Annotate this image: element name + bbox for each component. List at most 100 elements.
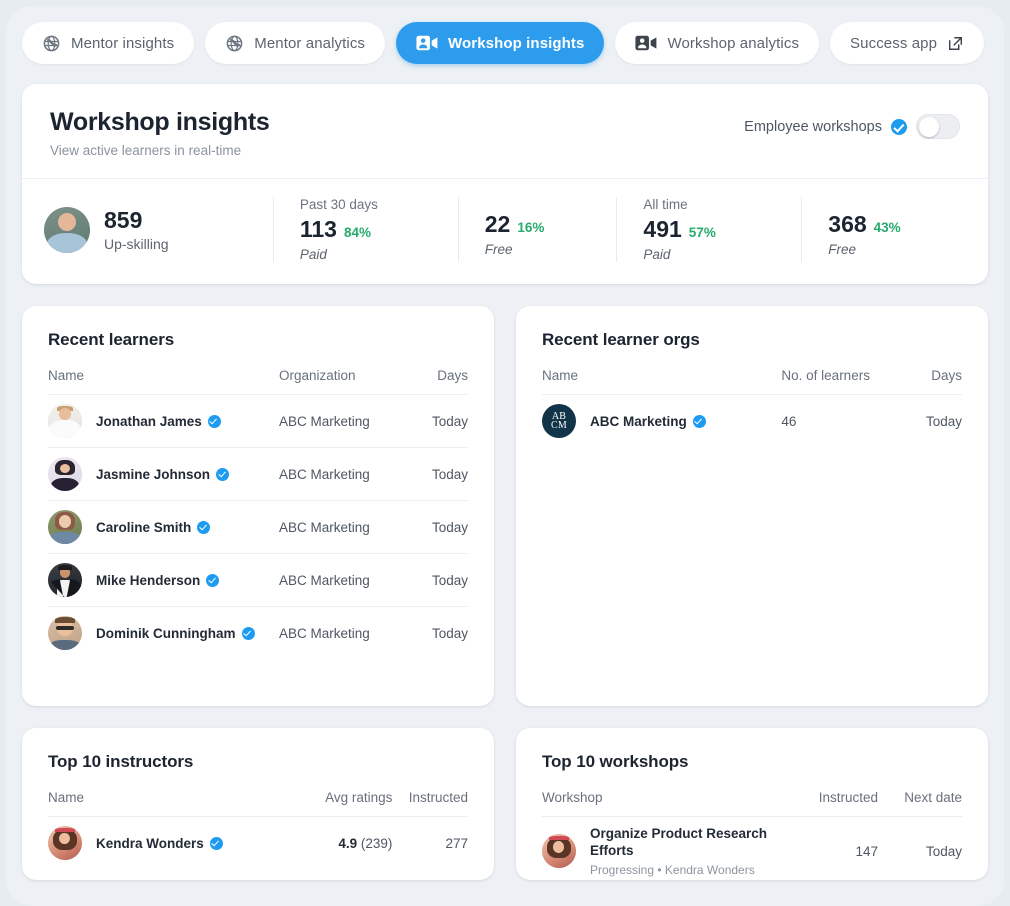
column-header-no-of-learners: No. of learners — [781, 350, 890, 395]
column-header-instructed: Instructed — [392, 772, 468, 817]
avatar — [542, 834, 576, 868]
verified-badge-icon — [206, 574, 219, 587]
rating-count: (239) — [361, 836, 393, 851]
table-row[interactable]: Dominik Cunningham ABC Marketing Today — [48, 607, 468, 660]
table-row[interactable]: AB CM ABC Marketing 46 Today — [542, 395, 962, 448]
toggle-label: Employee workshops — [744, 119, 882, 135]
switch-knob — [919, 117, 939, 137]
table-row[interactable]: Kendra Wonders 4.9 (239) 277 — [48, 817, 468, 870]
stat-value: 113 — [300, 216, 337, 243]
column-header-days: Days — [891, 350, 962, 395]
cell-days: Today — [397, 501, 468, 554]
cell-organization: ABC Marketing — [279, 501, 397, 554]
stat-body: 368 43% Free — [828, 203, 900, 257]
stat-period: Past 30 days — [300, 197, 378, 212]
stat-value-row: 113 84% — [300, 216, 378, 243]
employee-workshops-switch[interactable] — [916, 114, 960, 139]
verified-badge-icon — [208, 415, 221, 428]
globe-icon — [225, 34, 244, 53]
panel-title: Recent learners — [48, 330, 468, 350]
column-header-name: Name — [542, 350, 781, 395]
cell-next-date: Today — [878, 817, 962, 886]
hero-header: Workshop insights View active learners i… — [22, 84, 988, 179]
top-instructors-table: Name Avg ratings Instructed Kendra Wonde… — [48, 772, 468, 869]
page-title: Workshop insights — [50, 108, 269, 137]
stat-value: 22 — [485, 211, 511, 238]
workshop-title: Organize Product Research Efforts — [590, 826, 767, 858]
table-row[interactable]: Mike Henderson ABC Marketing Today — [48, 554, 468, 607]
tab-workshop-analytics[interactable]: Workshop analytics — [615, 22, 819, 64]
panel-title: Recent learner orgs — [542, 330, 962, 350]
column-header-name: Name — [48, 772, 279, 817]
tab-bar: Mentor insights Mentor analytics — [6, 6, 1004, 64]
cell-organization: ABC Marketing — [279, 448, 397, 501]
tab-label: Workshop analytics — [667, 35, 799, 52]
panel-title: Top 10 workshops — [542, 752, 962, 772]
tab-mentor-insights[interactable]: Mentor insights — [22, 22, 194, 64]
table-row[interactable]: Jasmine Johnson ABC Marketing Today — [48, 448, 468, 501]
column-header-days: Days — [397, 350, 468, 395]
top-instructors-column: Top 10 instructors Name Avg ratings Inst… — [22, 728, 494, 880]
stat-percent: 16% — [517, 220, 544, 235]
globe-icon — [42, 34, 61, 53]
stat-period: All time — [643, 197, 715, 212]
stat-value-row: 491 57% — [643, 216, 715, 243]
column-header-organization: Organization — [279, 350, 397, 395]
learner-name: Caroline Smith — [96, 520, 191, 535]
learner-name: Jasmine Johnson — [96, 467, 210, 482]
cell-days: Today — [397, 554, 468, 607]
workshop-subtitle: Progressing • Kendra Wonders — [590, 863, 781, 877]
hero-titles: Workshop insights View active learners i… — [50, 108, 269, 158]
cell-learner-count: 46 — [781, 395, 890, 448]
verified-badge-icon — [197, 521, 210, 534]
tab-label: Mentor analytics — [254, 35, 365, 52]
cell-days: Today — [397, 448, 468, 501]
table-header-row: Name Organization Days — [48, 350, 468, 395]
verified-badge-icon — [242, 627, 255, 640]
stat-percent: 57% — [689, 225, 716, 240]
top-workshops-table: Workshop Instructed Next date Orga — [542, 772, 962, 886]
column-header-avg-ratings: Avg ratings — [279, 772, 392, 817]
table-header-row: Workshop Instructed Next date — [542, 772, 962, 817]
stat-all-time-free: 368 43% Free — [801, 197, 960, 262]
stat-value: 368 — [828, 211, 866, 238]
stat-value: 859 — [104, 207, 169, 233]
bottom-row: Top 10 instructors Name Avg ratings Inst… — [22, 728, 988, 880]
cell-name: Kendra Wonders — [48, 817, 279, 870]
cell-days: Today — [397, 607, 468, 660]
recent-learner-orgs-card: Recent learner orgs Name No. of learners… — [516, 306, 988, 706]
learner-name: Mike Henderson — [96, 573, 200, 588]
cell-days: Today — [397, 395, 468, 448]
tab-label: Success app — [850, 35, 937, 52]
table-row[interactable]: Caroline Smith ABC Marketing Today — [48, 501, 468, 554]
table-row[interactable]: Organize Product Research Efforts Progre… — [542, 817, 962, 886]
recent-learner-orgs-table: Name No. of learners Days AB CM — [542, 350, 962, 447]
tab-mentor-analytics[interactable]: Mentor analytics — [205, 22, 385, 64]
recent-learners-table: Name Organization Days Jonathan James — [48, 350, 468, 659]
stat-all-time-paid: All time 491 57% Paid — [616, 197, 801, 262]
cell-avg-rating: 4.9 (239) — [279, 817, 392, 870]
middle-row: Recent learners Name Organization Days — [22, 306, 988, 706]
avatar — [48, 826, 82, 860]
column-header-name: Name — [48, 350, 279, 395]
panel-title: Top 10 instructors — [48, 752, 468, 772]
stat-body: All time 491 57% Paid — [643, 197, 715, 262]
table-row[interactable]: Jonathan James ABC Marketing Today — [48, 395, 468, 448]
stat-label: Up-skilling — [104, 236, 169, 252]
stat-type: Paid — [643, 247, 715, 262]
stat-body: 22 16% Free — [485, 203, 545, 257]
instructor-name: Kendra Wonders — [96, 836, 204, 851]
stat-percent: 43% — [874, 220, 901, 235]
stat-value-row: 22 16% — [485, 211, 545, 238]
stat-type: Free — [828, 242, 900, 257]
stat-up-skilling: 859 Up-skilling — [44, 197, 273, 262]
employee-workshops-toggle-group[interactable]: Employee workshops — [744, 114, 960, 139]
verified-badge-icon — [693, 415, 706, 428]
tab-workshop-insights[interactable]: Workshop insights — [396, 22, 604, 64]
cell-name: Jasmine Johnson — [48, 448, 279, 501]
tab-success-app[interactable]: Success app — [830, 22, 984, 64]
verified-badge-icon — [216, 468, 229, 481]
stat-type: Free — [485, 242, 545, 257]
stat-value-row: 368 43% — [828, 211, 900, 238]
column-header-instructed: Instructed — [781, 772, 878, 817]
